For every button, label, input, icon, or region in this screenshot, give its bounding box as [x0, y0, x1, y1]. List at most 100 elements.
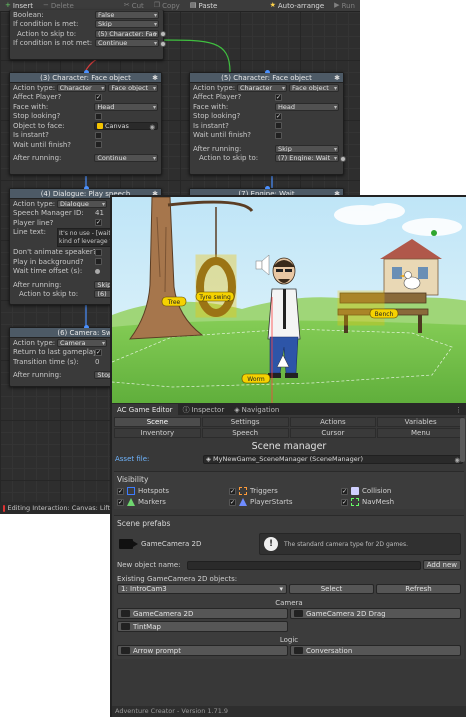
node-3-character-face-object[interactable]: (3) Character: Face object ✱ Action type:…	[9, 70, 162, 175]
slider-handle-icon[interactable]	[95, 268, 100, 274]
wait-finish-row: Wait until finish?	[190, 131, 343, 141]
gameobject-icon	[97, 122, 103, 129]
boolean-dropdown[interactable]: False	[95, 10, 159, 19]
condition-not-met-dropdown[interactable]: Continue	[95, 39, 159, 48]
navmesh-icon	[351, 498, 359, 506]
panel-tabs: AC Game Editor ⓘ Inspector ◈ Navigation ⋮	[112, 403, 466, 415]
svg-text:Tree: Tree	[167, 299, 181, 306]
hotspot-label-bench[interactable]: Bench	[369, 308, 399, 319]
tintmap-button[interactable]: TintMap	[117, 621, 288, 632]
return-gameplay-checkbox[interactable]: ✓	[95, 348, 102, 356]
tab-inspector[interactable]: ⓘ Inspector	[178, 404, 230, 415]
scene-prefabs-section: Scene prefabs GameCamera 2D ! The standa…	[114, 515, 464, 659]
gamecamera-2d-button[interactable]: GameCamera 2D	[117, 608, 288, 619]
action-type-dropdown[interactable]: Character	[56, 83, 107, 92]
visibility-collision[interactable]: ✓ Collision	[341, 487, 453, 495]
condition-met-dropdown[interactable]: Skip	[95, 20, 159, 29]
gear-icon[interactable]: ✱	[152, 74, 158, 82]
skip-to-dropdown[interactable]: (7) Engine: Wait	[275, 154, 339, 163]
is-instant-checkbox[interactable]	[275, 122, 282, 130]
player-line-checkbox[interactable]: ✓	[95, 219, 102, 227]
after-running-row: After running: Continue	[10, 154, 161, 164]
scene-view[interactable]: Tree Tyre swing Bench Worm	[110, 195, 466, 403]
page-title: Scene manager	[251, 441, 327, 452]
visibility-markers[interactable]: ✓ Markers	[117, 498, 229, 506]
visibility-hotspots[interactable]: ✓ Hotspots	[117, 487, 229, 495]
wait-finish-row: Wait until finish?	[10, 140, 161, 150]
node-5-header[interactable]: (5) Character: Face object ✱	[190, 73, 343, 83]
tab-navigation[interactable]: ◈ Navigation	[229, 404, 284, 415]
after-running-dropdown[interactable]: Continue	[94, 154, 158, 163]
scene-canvas[interactable]: Tree Tyre swing Bench Worm	[112, 197, 466, 403]
after-running-dropdown[interactable]: Skip	[275, 144, 339, 153]
panel-menu-icon[interactable]: ⋮	[284, 404, 466, 415]
asset-file-field[interactable]: ◈ MyNewGame_SceneManager (SceneManager) ◉	[203, 454, 463, 464]
stop-looking-checkbox[interactable]	[95, 112, 102, 120]
visibility-playerstarts[interactable]: ✓ PlayerStarts	[229, 498, 341, 506]
affect-player-checkbox[interactable]: ✓	[275, 93, 282, 101]
markers-checkbox[interactable]: ✓	[117, 498, 124, 506]
category-speech[interactable]: Speech	[201, 428, 289, 438]
new-object-row: New object name: Add new	[117, 559, 461, 571]
action-type-dropdown[interactable]: Camera	[57, 338, 107, 347]
action-subtype-dropdown[interactable]: Face object	[289, 83, 339, 92]
condition-node[interactable]: Boolean:False If condition is met:Skip A…	[9, 10, 166, 60]
conversation-button[interactable]: Conversation	[290, 645, 461, 656]
new-object-name-input[interactable]	[187, 560, 421, 570]
dont-animate-checkbox[interactable]	[95, 248, 102, 256]
category-cursor[interactable]: Cursor	[289, 428, 377, 438]
skip-to-row: Action to skip to: (7) Engine: Wait	[190, 154, 346, 164]
visibility-navmesh[interactable]: ✓ NavMesh	[341, 498, 453, 506]
navmesh-checkbox[interactable]: ✓	[341, 498, 348, 506]
collision-checkbox[interactable]: ✓	[341, 487, 348, 495]
add-new-button[interactable]: Add new	[422, 560, 461, 570]
output-connector[interactable]	[160, 40, 166, 47]
play-bg-checkbox[interactable]	[95, 258, 102, 266]
panel-scrollbar[interactable]	[460, 418, 465, 462]
action-type-dropdown[interactable]: Dialogue	[57, 199, 107, 208]
line-text-area[interactable]: It's no use - [wait:0. kind of leverage t…	[57, 227, 115, 247]
node-5-character-face-object[interactable]: (5) Character: Face object ✱ Action type:…	[189, 70, 346, 175]
node-3-header[interactable]: (3) Character: Face object ✱	[10, 73, 161, 83]
nav-icon: ◈	[234, 405, 240, 414]
refresh-button[interactable]: Refresh	[376, 584, 461, 594]
select-button[interactable]: Select	[289, 584, 374, 594]
wait-finish-checkbox[interactable]	[275, 131, 282, 139]
gear-icon[interactable]: ✱	[334, 74, 340, 82]
stop-looking-checkbox[interactable]: ✓	[275, 112, 282, 120]
category-actions[interactable]: Actions	[289, 417, 377, 427]
hotspot-label-tyre-swing[interactable]: Tyre swing	[195, 291, 235, 302]
error-icon	[3, 504, 5, 512]
hotspot-label-tree[interactable]: Tree	[161, 296, 187, 307]
hotspot-label-worm[interactable]: Worm	[241, 373, 271, 384]
transition-value[interactable]: 0	[95, 358, 99, 366]
category-menu[interactable]: Menu	[377, 428, 464, 438]
visibility-triggers[interactable]: ✓ Triggers	[229, 487, 341, 495]
category-variables[interactable]: Variables	[377, 417, 464, 427]
skip-to-dropdown[interactable]: (5) Character: Fac	[95, 29, 159, 38]
tab-ac-game-editor[interactable]: AC Game Editor	[112, 404, 178, 415]
svg-text:Bench: Bench	[375, 311, 394, 318]
action-subtype-dropdown[interactable]: Face object	[108, 83, 158, 92]
category-scene[interactable]: Scene	[114, 417, 201, 427]
asset-file-row: Asset file: ◈ MyNewGame_SceneManager (Sce…	[112, 453, 466, 465]
face-with-dropdown[interactable]: Head	[275, 102, 339, 111]
action-type-row: Action type:CharacterFace object	[190, 83, 343, 93]
object-to-face-field[interactable]: Canvas ◉	[94, 121, 158, 131]
existing-objects-dropdown[interactable]: 1: IntroCam3	[117, 584, 287, 594]
triggers-checkbox[interactable]: ✓	[229, 487, 236, 495]
action-type-dropdown[interactable]: Character	[237, 83, 287, 92]
output-connector[interactable]	[160, 31, 166, 37]
face-with-dropdown[interactable]: Head	[94, 102, 158, 111]
stop-looking-row: Stop looking? ✓	[193, 112, 282, 121]
wait-finish-checkbox[interactable]	[95, 141, 102, 149]
hotspots-checkbox[interactable]: ✓	[117, 487, 124, 495]
category-inventory[interactable]: Inventory	[114, 428, 201, 438]
arrow-prompt-button[interactable]: Arrow prompt	[117, 645, 288, 656]
is-instant-checkbox[interactable]	[95, 131, 102, 139]
affect-player-checkbox[interactable]: ✓	[95, 93, 102, 101]
playerstarts-checkbox[interactable]: ✓	[229, 498, 236, 506]
output-connector[interactable]	[340, 155, 346, 162]
gamecamera-2d-drag-button[interactable]: GameCamera 2D Drag	[290, 608, 461, 619]
category-settings[interactable]: Settings	[201, 417, 289, 427]
